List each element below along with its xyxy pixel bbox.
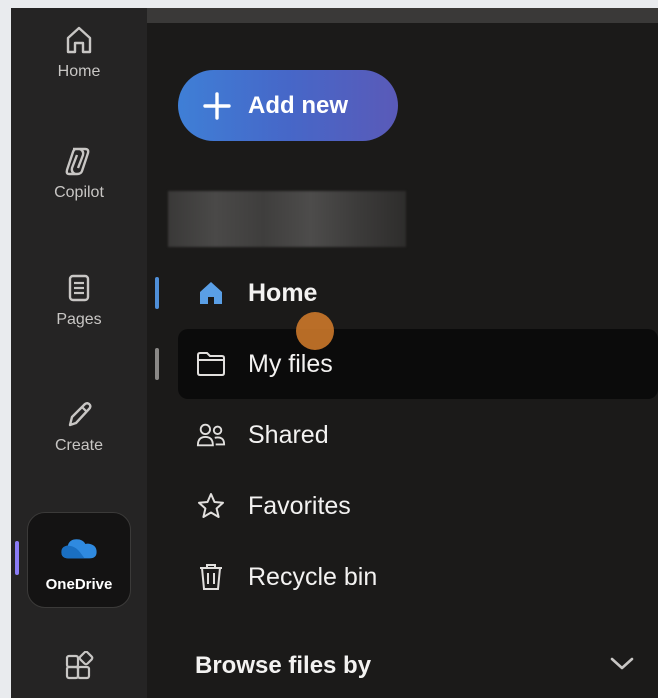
- rail-item-create[interactable]: Create: [11, 394, 147, 455]
- rail-item-apps[interactable]: [11, 648, 147, 688]
- hover-indicator: [155, 348, 159, 380]
- rail-item-label: Home: [57, 63, 101, 80]
- home-filled-icon: [196, 278, 226, 308]
- pen-icon: [59, 394, 99, 434]
- app-rail: Home Copilot Pages Create OneDrive: [11, 8, 147, 698]
- add-new-label: Add new: [248, 91, 348, 119]
- rail-item-label: Copilot: [54, 184, 104, 201]
- folder-icon: [196, 349, 226, 379]
- people-icon: [196, 420, 226, 450]
- cursor-highlight: [296, 312, 334, 350]
- nav-item-shared[interactable]: Shared: [178, 400, 658, 470]
- home-icon: [59, 20, 99, 60]
- rail-item-label: Pages: [56, 311, 102, 328]
- copilot-icon: [59, 141, 99, 181]
- selected-indicator: [155, 277, 159, 309]
- rail-item-pages[interactable]: Pages: [11, 268, 147, 329]
- rail-item-home[interactable]: Home: [11, 20, 147, 81]
- nav-item-favorites[interactable]: Favorites: [178, 471, 658, 541]
- add-new-button[interactable]: Add new: [178, 70, 398, 141]
- trash-icon: [196, 562, 226, 592]
- nav-item-label: Shared: [248, 420, 329, 449]
- nav-item-label: Favorites: [248, 491, 351, 520]
- rail-item-onedrive[interactable]: OneDrive: [11, 512, 147, 608]
- nav-item-home[interactable]: Home: [178, 258, 658, 328]
- rail-item-label: OneDrive: [45, 575, 113, 593]
- browse-files-by-label: Browse files by: [195, 652, 372, 679]
- onedrive-tile: OneDrive: [27, 512, 131, 608]
- top-strip: [147, 8, 658, 23]
- app-window: Home Copilot Pages Create OneDrive Add n…: [11, 8, 658, 698]
- account-name-blurred: [168, 191, 406, 247]
- nav-item-label: My files: [248, 349, 333, 378]
- chevron-down-icon[interactable]: [609, 656, 635, 677]
- onedrive-cloud-icon: [59, 528, 99, 568]
- nav-item-recycle-bin[interactable]: Recycle bin: [178, 542, 658, 612]
- plus-icon: [200, 89, 234, 123]
- navigation-pane: Add new Home My files Shared Favorites R…: [147, 8, 658, 698]
- rail-item-copilot[interactable]: Copilot: [11, 141, 147, 202]
- rail-item-label: Create: [54, 437, 104, 454]
- star-icon: [196, 491, 226, 521]
- nav-item-my-files[interactable]: My files: [178, 329, 658, 399]
- nav-item-label: Home: [248, 278, 318, 307]
- apps-icon: [59, 648, 99, 688]
- pages-icon: [59, 268, 99, 308]
- browse-files-by-header[interactable]: Browse files by: [195, 646, 635, 686]
- nav-item-label: Recycle bin: [248, 562, 378, 591]
